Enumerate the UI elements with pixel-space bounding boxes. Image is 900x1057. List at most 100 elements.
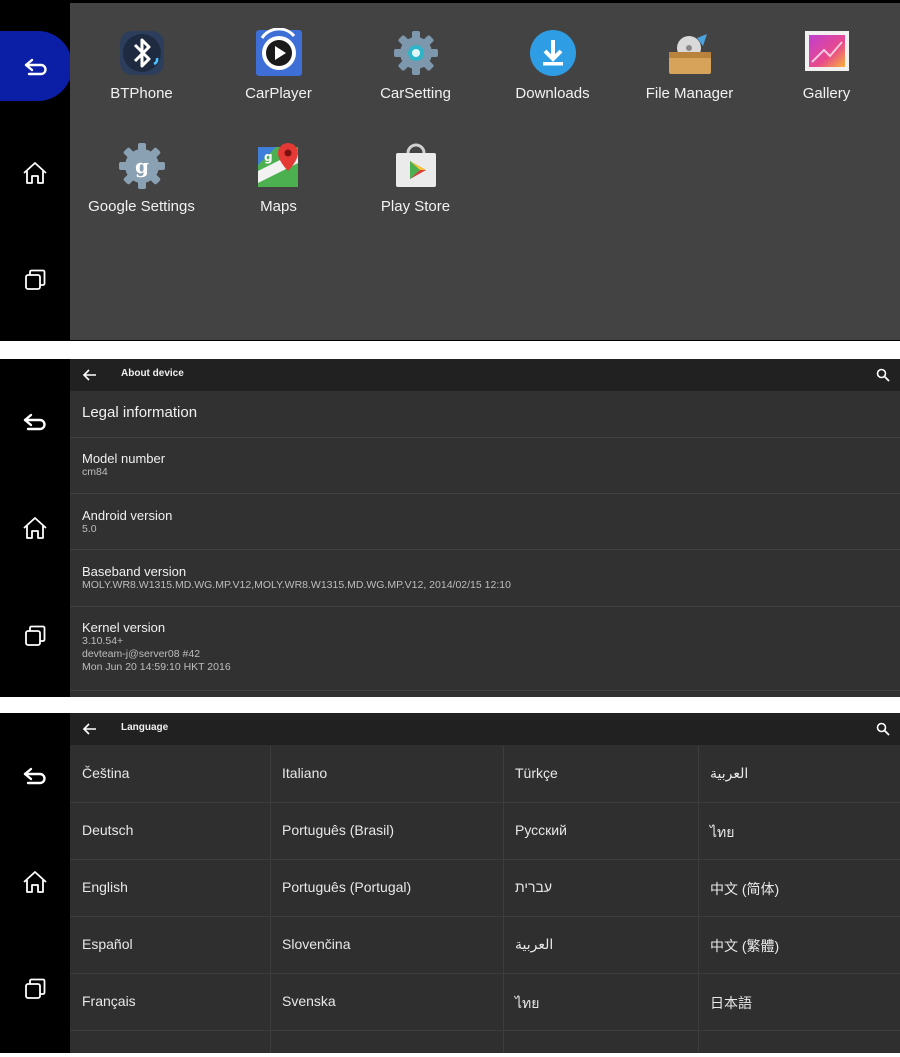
recents-icon	[25, 978, 46, 999]
app-gallery[interactable]: Gallery	[758, 28, 895, 102]
language-option[interactable]: 日本語	[710, 993, 752, 1013]
toolbar: About device	[70, 359, 900, 391]
google-gear-icon: g	[118, 143, 165, 189]
back-arrow-icon[interactable]	[82, 721, 98, 737]
home-button[interactable]	[0, 138, 70, 208]
play-store-icon	[395, 143, 436, 187]
home-icon	[23, 517, 47, 539]
app-carsetting[interactable]: CarSetting	[347, 28, 484, 102]
download-icon	[529, 30, 576, 76]
gear-icon	[393, 31, 438, 75]
toolbar: Language	[70, 713, 900, 745]
toolbar-title: Language	[121, 722, 169, 733]
language-option[interactable]: Português (Portugal)	[282, 879, 411, 895]
home-icon	[23, 871, 47, 893]
play-icon	[255, 27, 302, 76]
nav-bar	[0, 359, 70, 697]
language-option[interactable]: Italiano	[282, 765, 327, 781]
language-option[interactable]: Español	[82, 936, 133, 952]
row-value: Mon Jun 20 14:59:10 HKT 2016	[82, 661, 231, 673]
row-value: MOLY.WR8.W1315.MD.WG.MP.V12,MOLY.WR8.W13…	[82, 579, 511, 591]
app-downloads[interactable]: Downloads	[484, 28, 621, 102]
recents-button[interactable]	[0, 601, 70, 671]
app-label: CarPlayer	[245, 85, 312, 102]
folder-icon	[668, 34, 711, 74]
android-version-row[interactable]: Android version 5.0	[70, 494, 900, 550]
language-option[interactable]: Português (Brasil)	[282, 822, 394, 838]
grid-divider	[70, 916, 900, 917]
app-label: Gallery	[802, 85, 851, 102]
model-number-row: Model number cm84	[70, 438, 900, 494]
language-option[interactable]: Čeština	[82, 765, 129, 781]
recents-button[interactable]	[0, 954, 70, 1024]
recents-icon	[25, 269, 46, 290]
grid-divider	[503, 746, 504, 1053]
back-button[interactable]	[0, 31, 72, 101]
row-value: 3.10.54+	[82, 635, 124, 647]
home-icon	[23, 162, 47, 184]
language-option[interactable]: العربية	[710, 765, 748, 782]
language-screen: Language Čeština Deutsch English Español Fra…	[0, 713, 900, 1053]
back-button[interactable]	[0, 740, 70, 810]
app-btphone[interactable]: BTPhone	[73, 28, 210, 102]
app-label: BTPhone	[110, 85, 173, 102]
row-title: Legal information	[82, 404, 198, 421]
svg-text:g: g	[135, 154, 149, 178]
row-title: Kernel version	[82, 620, 166, 635]
search-icon[interactable]	[876, 368, 890, 382]
back-arrow-icon	[23, 413, 46, 431]
bluetooth-icon	[119, 31, 164, 75]
app-label: CarSetting	[380, 85, 451, 102]
app-label: Play Store	[380, 198, 451, 215]
row-value: cm84	[82, 466, 108, 478]
language-option[interactable]: Русский	[515, 822, 567, 838]
language-option[interactable]: العربية	[515, 936, 553, 953]
row-value: devteam-j@server08 #42	[82, 648, 201, 660]
about-content: About device Legal information Model num…	[70, 359, 900, 697]
home-button[interactable]	[0, 493, 70, 563]
app-drawer-screen: BTPhone CarPlayer CarSetting Downloads F…	[0, 0, 900, 341]
search-icon[interactable]	[876, 722, 890, 736]
image-icon	[804, 31, 849, 71]
nav-bar	[0, 0, 72, 341]
row-title: Android version	[82, 508, 173, 523]
language-option[interactable]: Türkçe	[515, 765, 558, 781]
app-play-store[interactable]: Play Store	[347, 141, 484, 215]
app-label: File Manager	[645, 85, 734, 102]
recents-icon	[25, 625, 46, 646]
language-option[interactable]: ไทย	[515, 993, 539, 1015]
grid-divider	[270, 746, 271, 1053]
map-pin-icon: g	[257, 143, 298, 187]
language-option[interactable]: Svenska	[282, 993, 336, 1009]
grid-divider	[70, 859, 900, 860]
home-button[interactable]	[0, 847, 70, 917]
language-option[interactable]: English	[82, 879, 128, 895]
language-option[interactable]: 中文 (繁體)	[710, 936, 779, 956]
grid-divider	[70, 973, 900, 974]
back-arrow-icon	[23, 767, 46, 785]
language-option[interactable]: ไทย	[710, 822, 734, 844]
language-option[interactable]: Français	[82, 993, 136, 1009]
legal-information-row[interactable]: Legal information	[70, 392, 900, 438]
language-option[interactable]: 中文 (简体)	[710, 879, 779, 899]
nav-bar	[0, 713, 70, 1053]
app-carplayer[interactable]: CarPlayer	[210, 27, 347, 102]
recents-button[interactable]	[0, 245, 70, 315]
row-value: 5.0	[82, 523, 97, 535]
row-title: Baseband version	[82, 564, 187, 579]
app-grid: BTPhone CarPlayer CarSetting Downloads F…	[70, 3, 900, 340]
baseband-version-row: Baseband version MOLY.WR8.W1315.MD.WG.MP…	[70, 550, 900, 607]
kernel-version-row: Kernel version 3.10.54+ devteam-j@server…	[70, 607, 900, 691]
back-arrow-icon[interactable]	[82, 367, 98, 383]
app-file-manager[interactable]: File Manager	[621, 28, 758, 102]
app-maps[interactable]: g Maps	[210, 141, 347, 215]
language-option[interactable]: עברית	[515, 879, 552, 895]
language-option[interactable]: Deutsch	[82, 822, 133, 838]
back-button[interactable]	[0, 386, 70, 456]
app-label: Maps	[260, 198, 297, 215]
app-google-settings[interactable]: g Google Settings	[73, 141, 210, 215]
language-option[interactable]: Slovenčina	[282, 936, 351, 952]
grid-divider	[70, 1030, 900, 1031]
about-device-screen: About device Legal information Model num…	[0, 359, 900, 697]
app-label: Google Settings	[88, 198, 195, 215]
